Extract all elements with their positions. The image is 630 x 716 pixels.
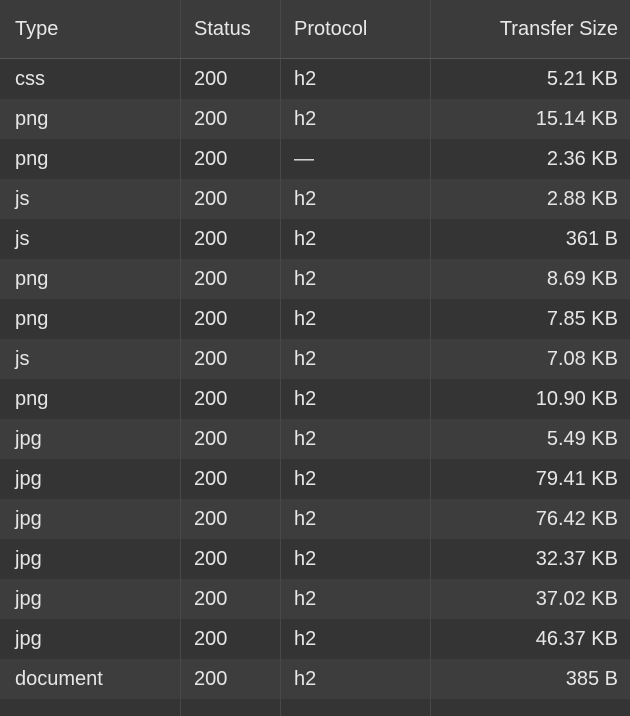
cell-protocol: h2 — [281, 219, 431, 259]
cell-status: 200 — [181, 539, 281, 579]
table-filler-row — [0, 699, 630, 716]
cell-status: 200 — [181, 59, 281, 99]
cell-type: png — [0, 139, 181, 179]
cell-status: 200 — [181, 499, 281, 539]
cell-status: 200 — [181, 339, 281, 379]
column-header-status[interactable]: Status — [181, 0, 281, 58]
cell-transfer-size: 361 B — [565, 227, 618, 250]
cell-type: jpg — [0, 419, 181, 459]
table-row[interactable]: css 200 h2 5.21 KB — [0, 59, 630, 99]
cell-transfer-size: 76.42 KB — [535, 507, 618, 530]
cell-status: 200 — [181, 619, 281, 659]
table-row[interactable]: png 200 h2 15.14 KB — [0, 99, 630, 139]
cell-status: 200 — [181, 99, 281, 139]
table-row[interactable]: png 200 h2 10.90 KB — [0, 379, 630, 419]
cell-transfer-size: 37.02 KB — [535, 587, 618, 610]
cell-protocol: — — [281, 139, 431, 179]
filler-cell — [0, 699, 181, 716]
cell-type: png — [0, 259, 181, 299]
cell-protocol: h2 — [281, 99, 431, 139]
cell-transfer-size: 10.90 KB — [535, 387, 618, 410]
cell-type: png — [0, 299, 181, 339]
cell-status: 200 — [181, 659, 281, 699]
cell-transfer-size: 2.36 KB — [546, 147, 618, 170]
filler-cell — [431, 699, 630, 716]
cell-type: css — [0, 59, 181, 99]
cell-transfer-size: 8.69 KB — [546, 267, 618, 290]
cell-status: 200 — [181, 179, 281, 219]
cell-transfer-size: 7.08 KB — [546, 347, 618, 370]
column-header-transfer-size[interactable]: Transfer Size — [431, 0, 630, 58]
table-row[interactable]: jpg 200 h2 79.41 KB — [0, 459, 630, 499]
cell-transfer-size: 32.37 KB — [535, 547, 618, 570]
cell-protocol: h2 — [281, 579, 431, 619]
table-row[interactable]: png 200— 2.36 KB — [0, 139, 630, 179]
cell-type: jpg — [0, 539, 181, 579]
cell-protocol: h2 — [281, 459, 431, 499]
table-row[interactable]: js 200 h2 2.88 KB — [0, 179, 630, 219]
cell-type: js — [0, 179, 181, 219]
cell-protocol: h2 — [281, 539, 431, 579]
table-row[interactable]: jpg 200 h2 46.37 KB — [0, 619, 630, 659]
cell-transfer-size: 7.85 KB — [546, 307, 618, 330]
table-row[interactable]: js 200 h2 361 B — [0, 219, 630, 259]
cell-status: 200 — [181, 259, 281, 299]
cell-transfer-size: 15.14 KB — [535, 107, 618, 130]
cell-protocol: h2 — [281, 659, 431, 699]
cell-protocol: h2 — [281, 419, 431, 459]
cell-transfer-size: 385 B — [565, 667, 618, 690]
cell-protocol: h2 — [281, 339, 431, 379]
cell-protocol: h2 — [281, 259, 431, 299]
cell-protocol: h2 — [281, 299, 431, 339]
table-row[interactable]: jpg 200 h2 76.42 KB — [0, 499, 630, 539]
table-row[interactable]: jpg 200 h2 32.37 KB — [0, 539, 630, 579]
cell-status: 200 — [181, 419, 281, 459]
cell-protocol: h2 — [281, 379, 431, 419]
cell-transfer-size: 46.37 KB — [535, 627, 618, 650]
cell-status: 200 — [181, 219, 281, 259]
table-row[interactable]: jpg 200 h2 5.49 KB — [0, 419, 630, 459]
cell-transfer-size: 5.21 KB — [546, 67, 618, 90]
cell-type: jpg — [0, 619, 181, 659]
column-header-type[interactable]: Type — [0, 0, 181, 58]
table-header: Type Status Protocol Transfer Size — [0, 0, 630, 59]
cell-transfer-size: 79.41 KB — [535, 467, 618, 490]
cell-status: 200 — [181, 139, 281, 179]
network-table: Type Status Protocol Transfer Size css 20… — [0, 0, 630, 716]
cell-type: jpg — [0, 459, 181, 499]
column-header-protocol[interactable]: Protocol — [281, 0, 431, 58]
cell-type: png — [0, 99, 181, 139]
table-row[interactable]: document 200 h2 385 B — [0, 659, 630, 699]
cell-type: js — [0, 219, 181, 259]
cell-protocol: h2 — [281, 619, 431, 659]
cell-status: 200 — [181, 379, 281, 419]
cell-type: document — [0, 659, 181, 699]
cell-transfer-size: 2.88 KB — [546, 187, 618, 210]
cell-type: js — [0, 339, 181, 379]
cell-transfer-size: 5.49 KB — [546, 427, 618, 450]
cell-type: jpg — [0, 579, 181, 619]
table-body: css 200 h2 5.21 KB png 200 h2 15.14 KB png 200—2.… — [0, 59, 630, 699]
cell-type: png — [0, 379, 181, 419]
table-row[interactable]: js 200 h2 7.08 KB — [0, 339, 630, 379]
table-row[interactable]: png 200 h2 7.85 KB — [0, 299, 630, 339]
cell-protocol: h2 — [281, 179, 431, 219]
cell-status: 200 — [181, 579, 281, 619]
filler-cell — [281, 699, 431, 716]
table-row[interactable]: jpg 200 h2 37.02 KB — [0, 579, 630, 619]
cell-type: jpg — [0, 499, 181, 539]
cell-status: 200 — [181, 459, 281, 499]
cell-protocol: h2 — [281, 499, 431, 539]
table-row[interactable]: png 200 h2 8.69 KB — [0, 259, 630, 299]
filler-cell — [181, 699, 281, 716]
cell-protocol: h2 — [281, 59, 431, 99]
cell-status: 200 — [181, 299, 281, 339]
